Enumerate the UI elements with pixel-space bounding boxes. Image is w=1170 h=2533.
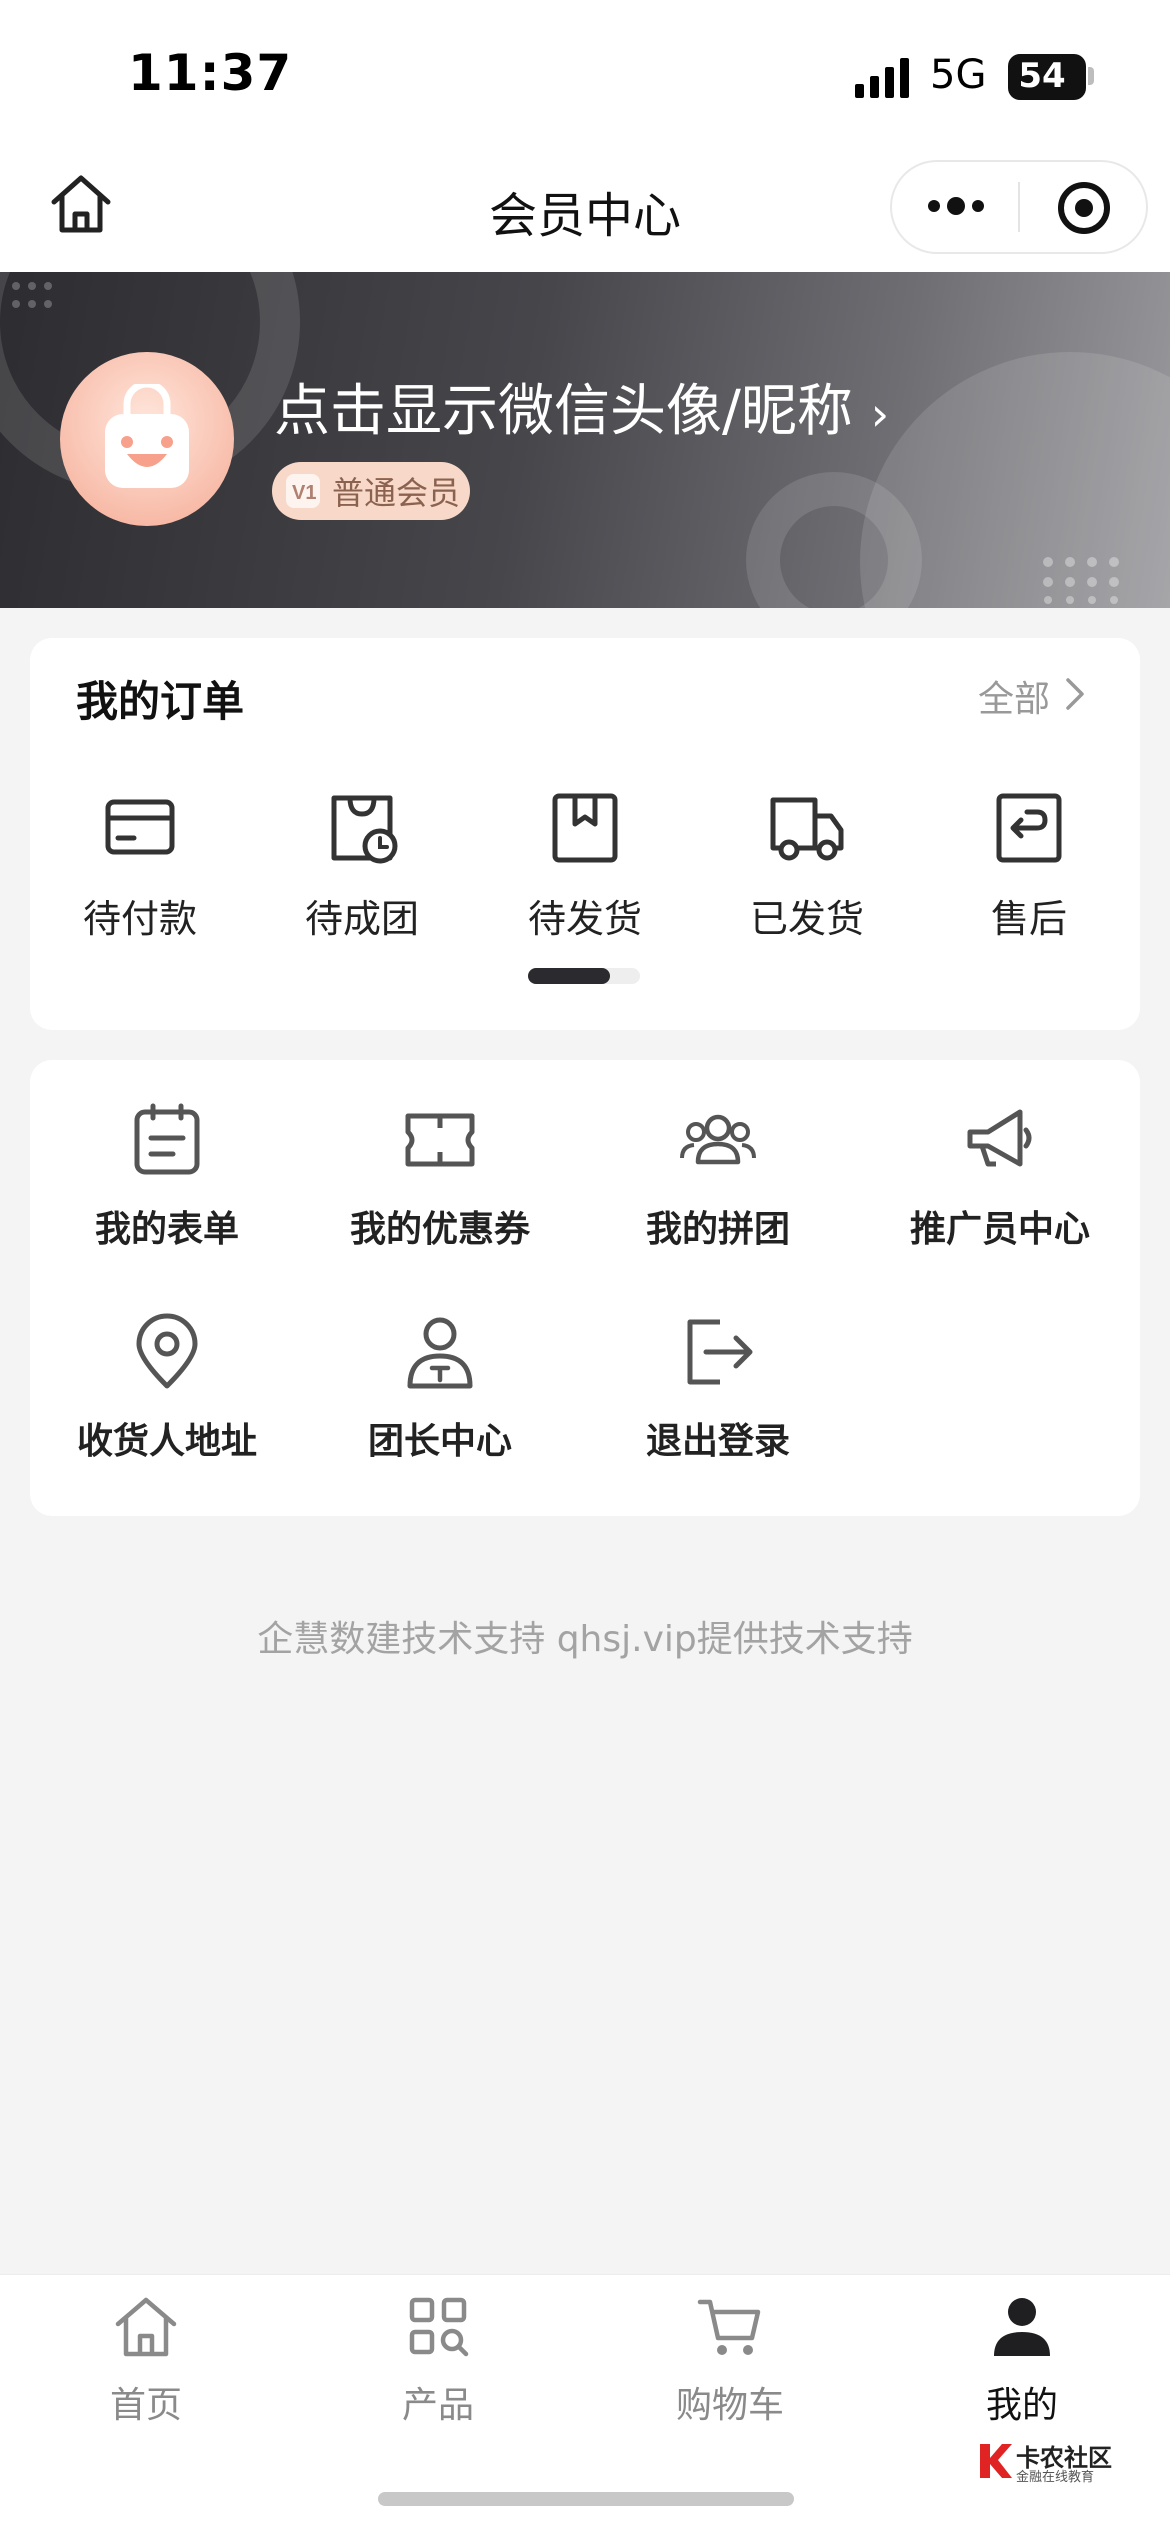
tab-home[interactable]: 首页 [0, 2290, 292, 2428]
tool-shipping-address[interactable]: 收货人地址 [32, 1310, 302, 1464]
tab-label: 首页 [109, 2385, 182, 2426]
order-after-sales[interactable]: 售后 [939, 786, 1119, 943]
tool-leader-center[interactable]: 团长中心 [305, 1310, 575, 1464]
tool-label: 收货人地址 [76, 1421, 257, 1462]
signal-icon [855, 58, 909, 98]
status-time: 11:37 [128, 44, 293, 102]
order-shipped[interactable]: 已发货 [717, 786, 897, 943]
tool-label: 我的优惠券 [349, 1209, 530, 1250]
tech-support-text: 企慧数建技术支持 qhsj.vip提供技术支持 [257, 1619, 913, 1660]
tool-my-group-buys[interactable]: 我的拼团 [583, 1098, 853, 1252]
orders-title: 我的订单 [76, 677, 245, 726]
bag-clock-icon [331, 795, 398, 864]
watermark-slogan: 金融在线教育 [1016, 2470, 1095, 2485]
order-pending-group[interactable]: 待成团 [272, 786, 452, 943]
tool-label: 推广员中心 [909, 1209, 1090, 1250]
order-item-label: 待成团 [304, 897, 419, 941]
scroll-indicator-thumb [528, 968, 610, 984]
network-type: 5G [930, 52, 987, 98]
tool-label: 我的表单 [94, 1209, 239, 1250]
order-pending-shipment[interactable]: 待发货 [495, 786, 675, 943]
order-item-label: 售后 [990, 897, 1067, 941]
vip-level-icon: V1 [286, 474, 320, 508]
leader-icon [407, 1317, 473, 1389]
chevron-right-icon[interactable] [1060, 674, 1090, 714]
home-icon [115, 2297, 177, 2357]
tool-my-forms[interactable]: 我的表单 [32, 1098, 302, 1252]
order-pending-payment[interactable]: 待付款 [50, 786, 230, 943]
tool-promoter-center[interactable]: 推广员中心 [865, 1098, 1135, 1252]
kanong-logo-icon [980, 2444, 1012, 2478]
nickname-chevron-icon: › [870, 387, 890, 441]
form-icon [134, 1103, 200, 1175]
order-item-label: 待付款 [82, 897, 197, 941]
more-icon[interactable] [924, 186, 988, 226]
order-item-label: 已发货 [749, 897, 864, 941]
tab-mine[interactable]: 我的 [876, 2290, 1168, 2428]
tool-label: 团长中心 [367, 1421, 512, 1462]
card-icon [105, 799, 175, 855]
home-indicator [378, 2492, 794, 2506]
member-level: 普通会员 [332, 474, 461, 512]
tab-label: 购物车 [675, 2385, 784, 2426]
capsule-divider [1018, 182, 1020, 232]
grid-search-icon [409, 2297, 469, 2357]
group-icon [680, 1114, 756, 1165]
order-item-label: 待发货 [527, 897, 642, 941]
tab-label: 我的 [985, 2385, 1058, 2426]
battery-tip [1088, 67, 1094, 85]
tool-my-coupons[interactable]: 我的优惠券 [305, 1098, 575, 1252]
avatar[interactable] [60, 352, 234, 526]
tab-cart[interactable]: 购物车 [584, 2290, 876, 2428]
battery-level: 54 [1018, 56, 1066, 96]
tab-products[interactable]: 产品 [292, 2290, 584, 2428]
tab-label: 产品 [401, 2385, 474, 2426]
logout-icon [687, 1319, 753, 1385]
shopping-bag-icon [105, 384, 189, 488]
user-icon [994, 2298, 1050, 2356]
return-icon [996, 793, 1062, 863]
tool-logout[interactable]: 退出登录 [583, 1310, 853, 1464]
tool-label: 退出登录 [645, 1421, 790, 1462]
close-target-icon[interactable] [1052, 178, 1116, 238]
truck-icon [770, 797, 844, 861]
location-icon [136, 1313, 198, 1389]
tool-label: 我的拼团 [645, 1209, 790, 1250]
cart-icon [697, 2299, 761, 2355]
coupon-icon [405, 1113, 475, 1167]
svg-text:V1: V1 [292, 482, 316, 504]
box-icon [552, 793, 618, 863]
orders-all-link[interactable]: 全部 [978, 670, 1050, 722]
nickname[interactable]: 点击显示微信头像/昵称 › [274, 366, 889, 447]
megaphone-icon [967, 1109, 1032, 1167]
